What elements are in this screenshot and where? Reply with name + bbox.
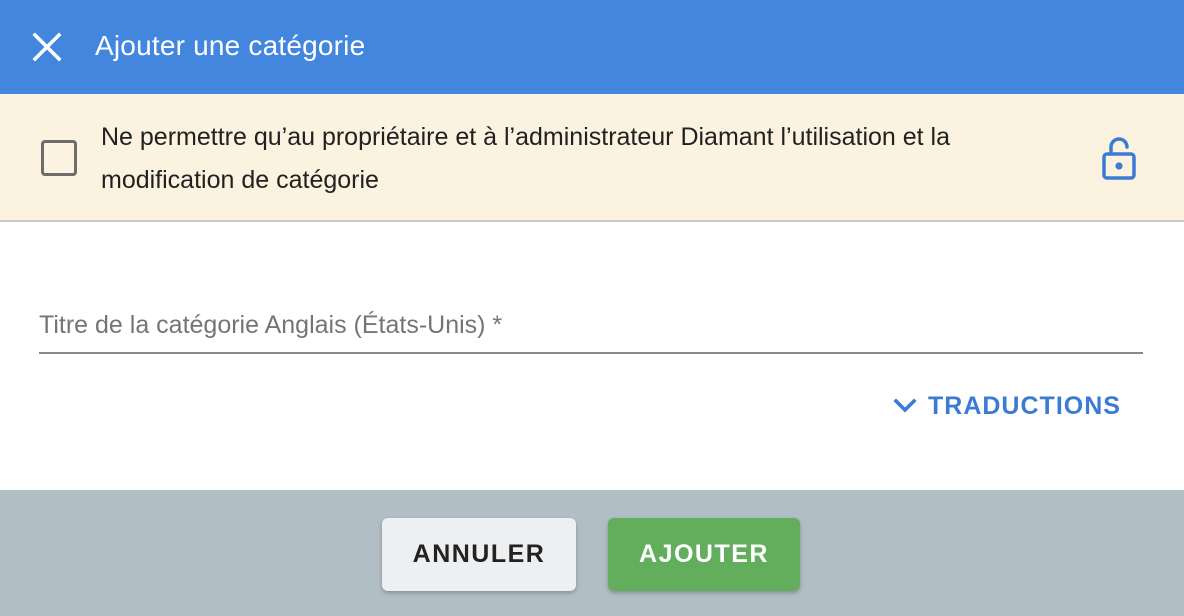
dialog-title: Ajouter une catégorie (95, 30, 366, 61)
restriction-label: Ne permettre qu’au propriétaire et à l’a… (101, 123, 951, 194)
category-title-field (39, 300, 1143, 354)
chevron-down-icon (893, 398, 917, 413)
restriction-banner: Ne permettre qu’au propriétaire et à l’a… (0, 94, 1184, 222)
dialog-footer: ANNULER AJOUTER (0, 490, 1184, 616)
category-title-input[interactable] (39, 300, 1143, 350)
add-category-dialog: Ajouter une catégorie Ne permettre qu’au… (0, 0, 1184, 616)
translations-label: TRADUCTIONS (928, 391, 1121, 420)
dialog-header: Ajouter une catégorie (0, 0, 1184, 94)
close-icon (32, 32, 62, 62)
cancel-button[interactable]: ANNULER (382, 518, 576, 591)
close-button[interactable] (26, 26, 68, 68)
translations-toggle[interactable]: TRADUCTIONS (892, 386, 1121, 426)
add-button[interactable]: AJOUTER (608, 518, 800, 591)
lock-open-icon (1102, 137, 1136, 180)
restrict-access-checkbox[interactable] (41, 140, 77, 176)
